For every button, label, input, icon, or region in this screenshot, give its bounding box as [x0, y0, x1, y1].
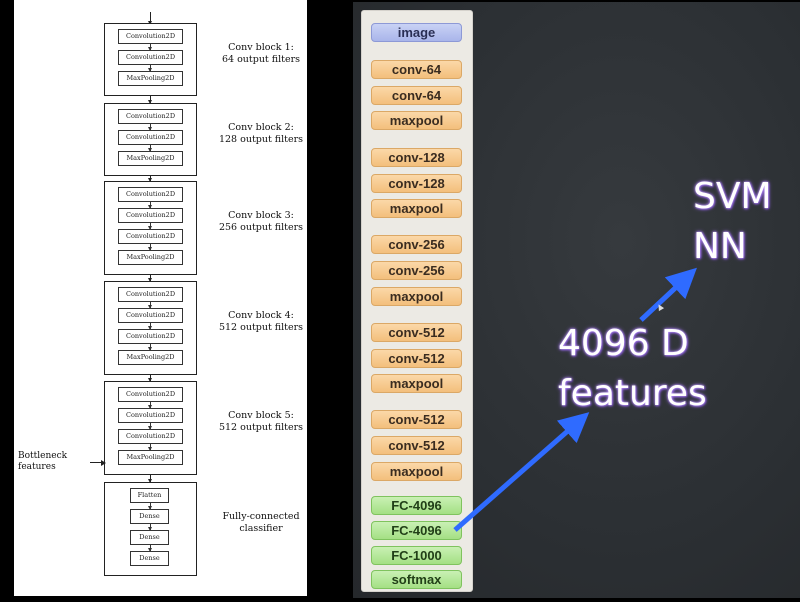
layer-box: MaxPooling2D — [118, 350, 183, 365]
layer-box: Convolution2D — [118, 329, 183, 344]
layer-box: Convolution2D — [118, 229, 183, 244]
classifier-block: Flatten Dense Dense Dense — [104, 482, 197, 576]
block-label-line1: Conv block 3: — [228, 210, 294, 221]
block-label-line2: classifier — [239, 523, 283, 534]
layer-box: Convolution2D — [118, 29, 183, 44]
block-label-line2: 512 output filters — [218, 422, 304, 433]
block-label: Conv block 1: 64 output filters — [206, 42, 316, 66]
block-arrow — [148, 96, 152, 104]
layer-box: Convolution2D — [118, 130, 183, 145]
layer-box: MaxPooling2D — [118, 250, 183, 265]
arrows-overlay — [453, 267, 697, 532]
layer-box: Dense — [130, 551, 169, 566]
bottleneck-features-label: Bottleneck features — [18, 451, 88, 473]
vgg-slide-panel: image conv-64 conv-64 maxpool conv-128 conv-1… — [353, 2, 800, 598]
block-label-line2: 128 output filters — [218, 133, 304, 145]
layer-box: Convolution2D — [118, 187, 183, 202]
block-label-line1: Conv block 2: — [228, 121, 294, 133]
bottleneck-arrow — [90, 459, 106, 466]
layer-box: Convolution2D — [118, 408, 183, 423]
layer-box: MaxPooling2D — [118, 450, 183, 465]
block-label-line1: Conv block 5: — [228, 410, 294, 421]
target-nn: NN — [693, 226, 747, 267]
layer-box: Convolution2D — [118, 50, 183, 65]
layer-box: Convolution2D — [118, 429, 183, 444]
layer-box: Convolution2D — [118, 208, 183, 223]
classifier-arrow — [639, 267, 697, 322]
block-label: Conv block 5: 512 output filters — [206, 410, 316, 434]
layer-box: MaxPooling2D — [118, 71, 183, 86]
conv-block-2: Convolution2D Convolution2D MaxPooling2D — [104, 103, 197, 176]
annotation-4096d: 4096 D — [558, 323, 689, 364]
block-label-line1: Conv block 1: — [228, 41, 294, 53]
layer-box: Flatten — [130, 488, 169, 503]
layer-box: Convolution2D — [118, 308, 183, 323]
block-arrow — [148, 475, 152, 483]
conv-block-5: Convolution2D Convolution2D Convolution2D M… — [104, 381, 197, 475]
block-label: Fully-connected classifier — [206, 511, 316, 535]
layer-box: Convolution2D — [118, 287, 183, 302]
conv-block-3: Convolution2D Convolution2D Convolution2D M… — [104, 181, 197, 275]
side-label-line2: features — [18, 462, 56, 472]
conv-block-4: Convolution2D Convolution2D Convolution2D M… — [104, 281, 197, 375]
block-diagram-panel: Convolution2D Convolution2D MaxPooling2D Co… — [14, 0, 307, 596]
block-label: Conv block 3: 256 output filters — [206, 210, 316, 234]
annotation-features: features — [558, 373, 707, 414]
layer-box: Convolution2D — [118, 387, 183, 402]
layer-box: Convolution2D — [118, 109, 183, 124]
block-label-line1: Conv block 4: — [228, 310, 294, 321]
block-label: Conv block 4: 512 output filters — [206, 310, 316, 334]
block-label-line1: Fully-connected — [222, 511, 300, 522]
block-label-line2: 64 output filters — [221, 53, 301, 65]
side-label-line1: Bottleneck — [18, 451, 68, 461]
conv-block-1: Convolution2D Convolution2D MaxPooling2D — [104, 23, 197, 96]
features-arrow — [453, 412, 590, 532]
layer-box: Dense — [130, 509, 169, 524]
target-svm: SVM — [693, 176, 772, 217]
layer-box: MaxPooling2D — [118, 151, 183, 166]
block-label-line2: 512 output filters — [218, 322, 304, 333]
layer-box: Dense — [130, 530, 169, 545]
block-label-line2: 256 output filters — [218, 222, 304, 233]
block-label: Conv block 2: 128 output filters — [206, 122, 316, 146]
